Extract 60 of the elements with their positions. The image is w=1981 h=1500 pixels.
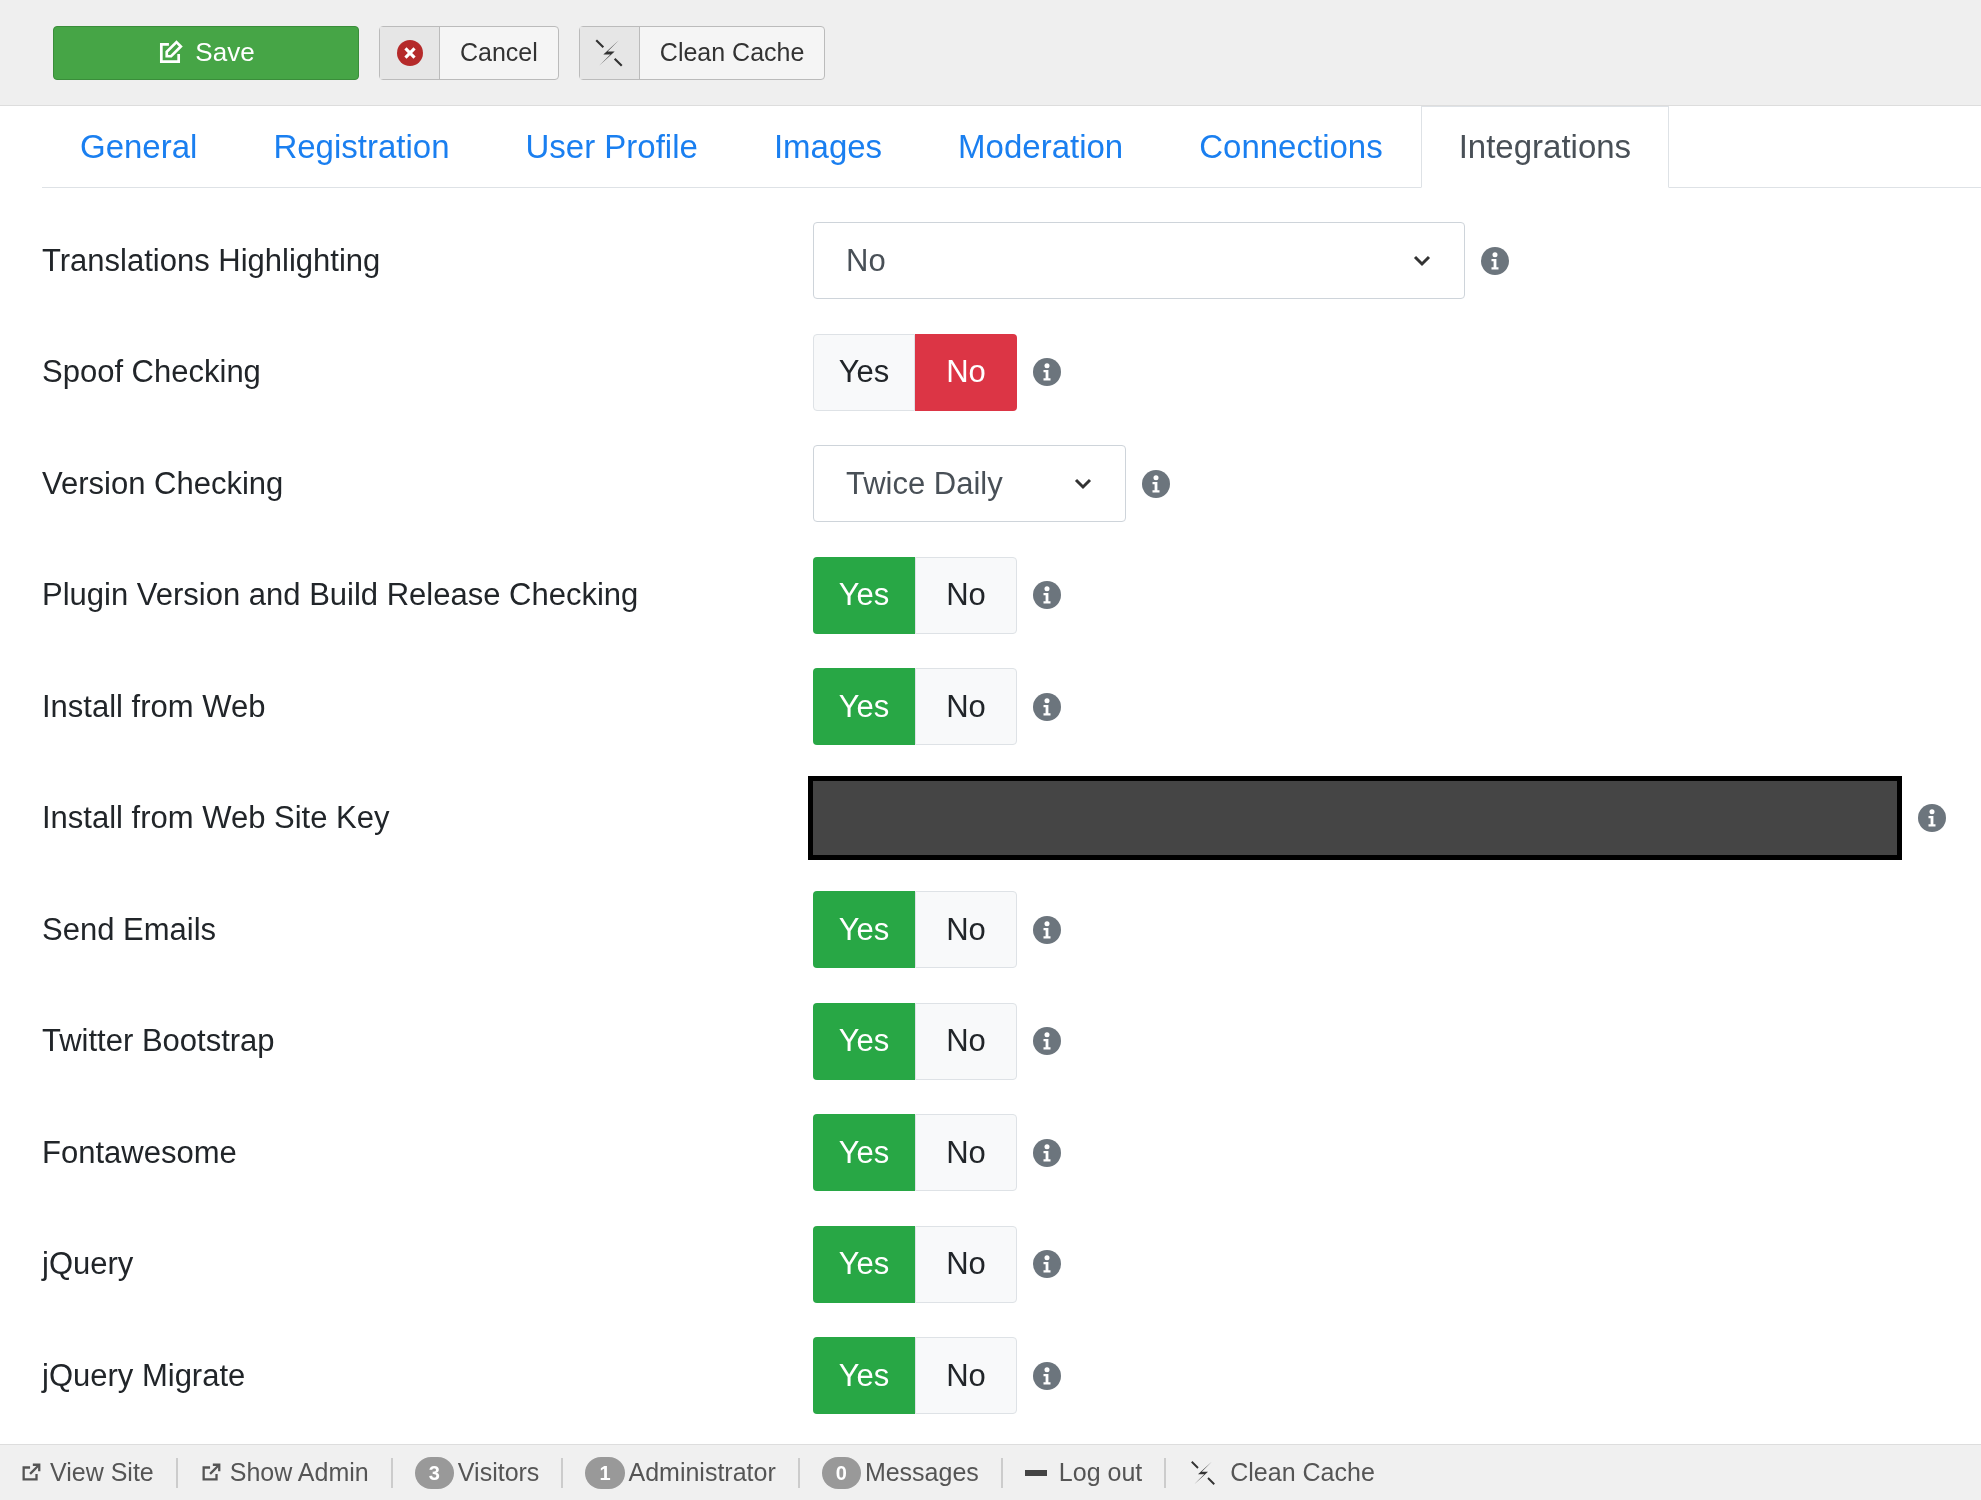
info-icon	[1142, 469, 1170, 498]
setting-label: Install from Web Site Key	[41, 799, 391, 837]
toggle-option[interactable]: No	[915, 556, 1017, 634]
cancel-button[interactable]: Cancel	[379, 25, 559, 80]
setting-label: jQuery	[40, 1245, 135, 1283]
setting-label: Install from Web	[41, 687, 267, 726]
toggle-option[interactable]: No	[915, 1337, 1017, 1415]
clean-cache-button[interactable]: Clean Cache	[578, 25, 826, 80]
info-icon	[1033, 581, 1061, 610]
count-badge: 3	[414, 1456, 454, 1489]
tab[interactable]: Registration	[235, 106, 488, 188]
info-icon	[1033, 1361, 1061, 1390]
chevron-down-icon	[1073, 476, 1093, 491]
tab[interactable]: Integrations	[1420, 106, 1670, 188]
status-link[interactable]: Visitors	[457, 1453, 540, 1492]
tab[interactable]: User Profile	[487, 106, 736, 188]
toggle-option[interactable]: No	[915, 333, 1017, 411]
setting-label: jQuery Migrate	[40, 1356, 247, 1395]
toggle-option[interactable]: No	[915, 1114, 1017, 1192]
setting-label: Send Emails	[41, 910, 218, 949]
info-icon	[1033, 1250, 1061, 1279]
setting-label: Translations Highlighting	[41, 241, 382, 280]
toggle-option[interactable]: Yes	[813, 333, 915, 411]
tab[interactable]: Moderation	[920, 106, 1162, 188]
status-link[interactable]: Log out	[1058, 1453, 1143, 1492]
toggle-option[interactable]: No	[915, 891, 1017, 969]
setting-label: Twitter Bootstrap	[41, 1022, 276, 1060]
tab[interactable]: Connections	[1161, 106, 1421, 188]
status-link[interactable]: Clean Cache	[1230, 1453, 1375, 1492]
status-link[interactable]: Show Admin	[229, 1453, 369, 1492]
external-link-icon	[20, 1461, 42, 1484]
select-value: Twice Daily	[846, 464, 1003, 503]
select-field[interactable]: Twice Daily	[813, 445, 1126, 523]
info-icon	[1918, 804, 1946, 833]
chevron-down-icon	[1412, 253, 1432, 268]
status-link[interactable]: Messages	[864, 1453, 979, 1492]
info-icon	[1033, 1138, 1061, 1167]
count-badge: 1	[585, 1456, 625, 1489]
toggle-option[interactable]: No	[915, 1002, 1017, 1080]
tab[interactable]: Images	[735, 106, 921, 188]
setting-label: Fontawesome	[41, 1133, 238, 1172]
status-link[interactable]: Administrator	[628, 1453, 776, 1492]
info-icon	[1033, 1027, 1061, 1056]
count-badge: 0	[821, 1456, 861, 1489]
info-icon	[1481, 246, 1509, 275]
close-icon	[396, 39, 423, 66]
status-link[interactable]: View Site	[50, 1453, 154, 1492]
select-value: No	[846, 241, 886, 280]
info-icon	[1033, 915, 1061, 944]
info-icon	[1033, 358, 1061, 387]
tab[interactable]: General	[42, 106, 236, 188]
info-icon	[1033, 692, 1061, 721]
toggle-option[interactable]: No	[915, 1225, 1017, 1303]
select-field[interactable]: No	[813, 222, 1465, 300]
setting-label: Spoof Checking	[41, 353, 262, 391]
toggle-option[interactable]: No	[915, 668, 1017, 746]
setting-label: Version Checking	[41, 464, 285, 503]
setting-label: Plugin Version and Build Release Checking	[41, 576, 640, 614]
minus-icon	[1024, 1469, 1047, 1476]
edit-icon	[157, 39, 184, 66]
